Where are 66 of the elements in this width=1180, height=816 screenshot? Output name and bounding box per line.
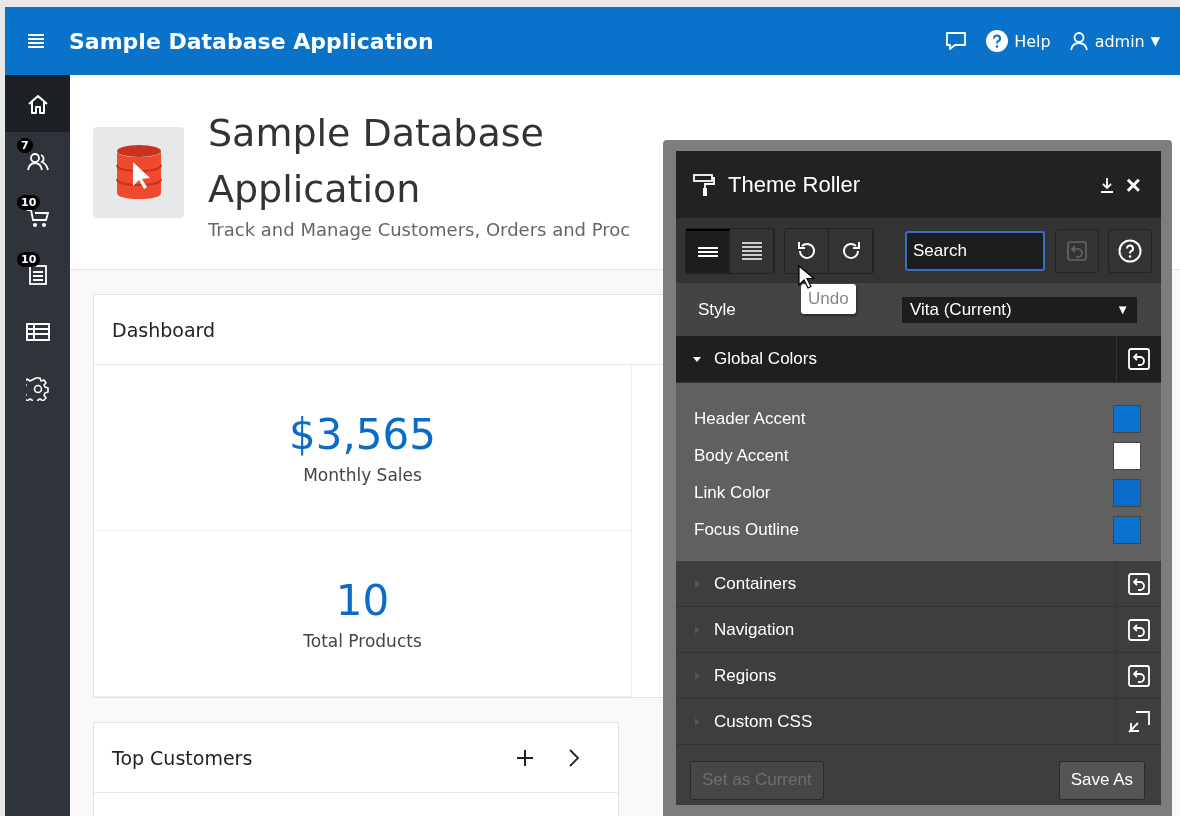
color-label: Focus Outline	[694, 519, 799, 540]
card-title: Top Customers	[112, 746, 253, 769]
style-label: Style	[698, 299, 737, 320]
page-title: Sample Database Application	[208, 109, 545, 213]
color-label: Header Accent	[694, 408, 806, 429]
reset-button[interactable]	[1055, 228, 1099, 273]
count-badge: 10	[17, 195, 41, 210]
reset-icon[interactable]	[1128, 572, 1150, 595]
nav-item[interactable]: 10	[5, 246, 70, 303]
stat-label: Monthly Sales	[303, 465, 422, 485]
chevron-right-icon[interactable]	[568, 747, 580, 768]
nav-item[interactable]: 7	[5, 132, 70, 189]
reset-icon[interactable]	[1128, 664, 1150, 687]
help-icon[interactable]	[1108, 228, 1152, 273]
dense-lines-icon	[740, 241, 763, 260]
nav-item[interactable]: 10	[5, 189, 70, 246]
color-swatch[interactable]	[1113, 404, 1141, 433]
nav-item[interactable]	[5, 75, 70, 132]
reset-icon[interactable]	[1128, 348, 1150, 370]
add-icon[interactable]	[516, 748, 534, 767]
reset-icon[interactable]	[1128, 618, 1150, 641]
undo-button[interactable]	[785, 228, 829, 273]
home-icon	[26, 92, 49, 115]
count-badge: 7	[17, 138, 33, 153]
list-icon	[26, 263, 49, 286]
undo-icon	[795, 239, 818, 262]
accordion-header[interactable]: Navigation	[676, 607, 1161, 653]
color-label: Body Accent	[694, 445, 789, 466]
color-swatch[interactable]	[1113, 478, 1141, 507]
stat-value: 10	[335, 576, 390, 625]
app-title[interactable]: Sample Database Application	[69, 28, 434, 54]
accordion-header[interactable]: Global Colors	[676, 336, 1161, 383]
caret-down-icon	[692, 354, 702, 364]
settings-icon	[25, 376, 50, 401]
accordion-header[interactable]: Regions	[676, 653, 1161, 699]
help-icon	[986, 30, 1009, 52]
accordion-header[interactable]: Containers	[676, 561, 1161, 607]
count-badge: 10	[17, 252, 41, 267]
user-icon	[1068, 31, 1089, 51]
help-button[interactable]: Help	[986, 30, 1051, 52]
save-as-button[interactable]: Save As	[1058, 760, 1145, 800]
download-icon[interactable]	[1099, 176, 1114, 193]
card-title: Dashboard	[112, 318, 216, 341]
database-icon	[93, 126, 184, 218]
popout-icon[interactable]	[1128, 710, 1150, 733]
stat-value: $3,565	[289, 410, 436, 459]
compact-view-button[interactable]	[686, 228, 730, 273]
color-swatch[interactable]	[1113, 441, 1141, 470]
reset-icon	[1067, 240, 1087, 261]
paint-roller-icon	[692, 172, 716, 197]
table-icon	[25, 322, 50, 341]
page-subtitle: Track and Manage Customers, Orders and Proc	[208, 218, 631, 240]
mouse-pointer-icon	[798, 265, 814, 289]
stat-label: Total Products	[303, 631, 422, 651]
search-field[interactable]: Search	[905, 230, 1045, 271]
accordion-header[interactable]: Custom CSS	[676, 699, 1161, 745]
style-dropdown[interactable]: Vita (Current) ▼	[902, 296, 1137, 323]
chat-icon[interactable]	[944, 31, 969, 51]
close-button[interactable]: ×	[1125, 171, 1141, 198]
color-label: Link Color	[694, 482, 771, 503]
color-swatch[interactable]	[1113, 515, 1141, 544]
menu-icon[interactable]	[27, 34, 45, 48]
lines-icon	[696, 245, 719, 258]
dialog-title: Theme Roller	[728, 171, 861, 198]
tooltip: Undo	[801, 284, 856, 314]
user-menu-button[interactable]: admin ▼	[1068, 31, 1160, 51]
